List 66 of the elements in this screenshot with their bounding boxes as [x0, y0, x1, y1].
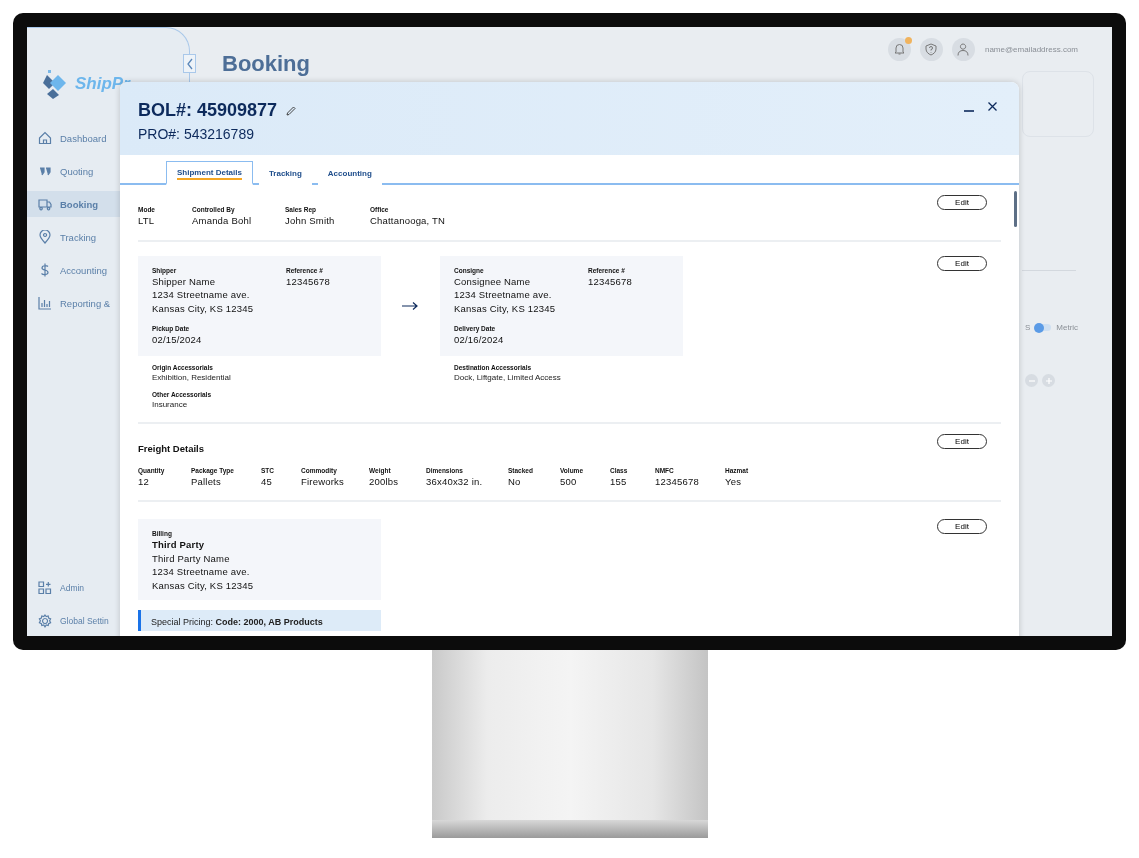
- unit-label: Metric: [1056, 323, 1079, 332]
- address-line: Third Party Name: [152, 551, 231, 565]
- bol-number: BOL#: 45909877: [138, 100, 278, 121]
- home-icon: [38, 131, 52, 145]
- field-value: Yes: [725, 474, 743, 488]
- quote-icon: [38, 164, 52, 178]
- address-line: Kansas City, KS 12345: [152, 578, 255, 592]
- field-value: 500: [560, 474, 578, 488]
- field-value: 12345678: [655, 474, 700, 488]
- edit-button[interactable]: Edit: [937, 433, 987, 449]
- field-value: Insurance: [152, 398, 189, 410]
- field-value: Dock, Liftgate, Limited Access: [454, 371, 562, 383]
- field-value: 02/15/2024: [152, 333, 203, 347]
- address-line: 1234 Streetname ave.: [152, 288, 251, 302]
- field-value: 155: [610, 474, 628, 488]
- address-line: 1234 Streetname ave.: [454, 288, 553, 302]
- special-pricing-note: Special Pricing: Code: 2000, AB Products: [138, 610, 381, 631]
- field-value: 12: [138, 475, 150, 488]
- profile-button[interactable]: [951, 37, 975, 61]
- user-icon: [957, 42, 970, 56]
- units-toggle[interactable]: [1035, 324, 1052, 331]
- settings-icon: [38, 614, 52, 628]
- address-line: Kansas City, KS 12345: [152, 301, 255, 315]
- section-title: Freight Details: [138, 442, 205, 454]
- field-value: 12345678: [286, 274, 331, 288]
- edit-button[interactable]: Edit: [937, 195, 987, 210]
- pro-number: PRO#: 543216789: [138, 126, 255, 142]
- field-value: 12345678: [588, 274, 633, 288]
- pencil-icon[interactable]: [286, 105, 297, 116]
- grid-plus-icon: [38, 581, 52, 595]
- field-value: 200lbs: [369, 475, 400, 488]
- edit-button[interactable]: Edit: [937, 519, 987, 534]
- collapse-button[interactable]: [183, 54, 196, 73]
- unit-label: S: [1025, 323, 1031, 332]
- notifications-button[interactable]: [887, 37, 911, 61]
- field-value: No: [508, 474, 522, 488]
- user-email: name@emailaddress.com: [984, 44, 1078, 54]
- field-value: Pallets: [191, 475, 222, 488]
- arrow-icon: [402, 301, 418, 310]
- field-value: 36x40x32 in.: [426, 474, 484, 488]
- field-value: John Smith: [285, 214, 336, 228]
- plus-icon: [1044, 376, 1053, 385]
- bar-chart-icon: [38, 296, 52, 310]
- scrollbar-thumb[interactable]: [1014, 191, 1017, 227]
- field-value: Amanda Bohl: [192, 214, 253, 228]
- chevron-left-icon: [185, 57, 194, 70]
- shield-question-icon: [925, 42, 938, 56]
- edit-button[interactable]: Edit: [937, 255, 987, 271]
- bell-icon: [893, 43, 905, 55]
- close-icon[interactable]: [988, 102, 997, 111]
- dollar-icon: [38, 263, 52, 277]
- billing-party: Third Party: [152, 538, 206, 552]
- field-value: Exhibition, Residential: [152, 372, 232, 383]
- address-line: 1234 Streetname ave.: [152, 565, 251, 579]
- field-value: 02/16/2024: [454, 333, 505, 347]
- address-line: Kansas City, KS 12345: [454, 301, 557, 315]
- page-title: Booking: [222, 51, 310, 77]
- address-line: Consignee Name: [454, 275, 532, 288]
- help-button[interactable]: [919, 37, 943, 61]
- truck-icon: [38, 197, 52, 211]
- address-line: Shipper Name: [152, 275, 217, 288]
- pin-icon: [38, 230, 52, 244]
- field-value: Chattanooga, TN: [370, 214, 447, 228]
- field-value: 45: [261, 474, 273, 488]
- field-value: Fireworks: [301, 475, 345, 488]
- tab[interactable]: Shipment Details: [166, 161, 253, 185]
